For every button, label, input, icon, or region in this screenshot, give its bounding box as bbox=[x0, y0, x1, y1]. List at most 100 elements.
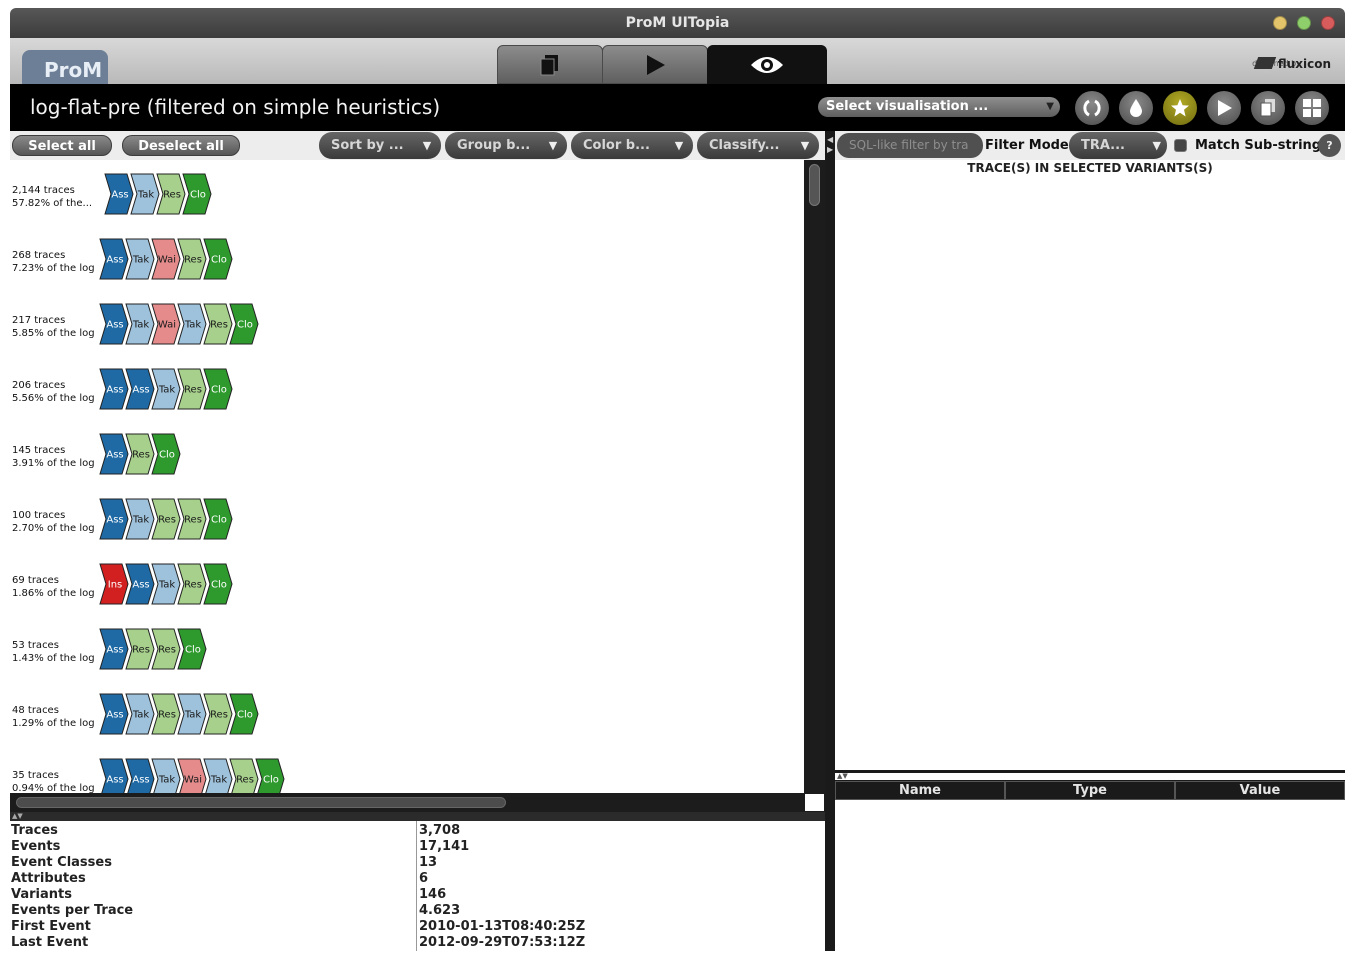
vertical-splitter[interactable]: ◀ ▶ bbox=[825, 131, 835, 951]
chevron-down-icon: ▼ bbox=[1046, 101, 1054, 112]
visualisation-select[interactable]: Select visualisation ... ▼ bbox=[818, 97, 1060, 117]
event-chevron-label: Tak bbox=[184, 710, 202, 721]
deselect-all-button[interactable]: Deselect all bbox=[122, 135, 240, 156]
arrow-right-icon[interactable]: ▶ bbox=[827, 145, 833, 154]
event-chevron: Res bbox=[125, 628, 155, 670]
event-chevron: Tak bbox=[125, 238, 155, 280]
chevron-down-icon: ▼ bbox=[1152, 139, 1161, 152]
traces-list[interactable] bbox=[835, 180, 1345, 770]
sort-by-combo[interactable]: Sort by ... ▼ bbox=[319, 132, 441, 159]
classify-combo[interactable]: Classify... ▼ bbox=[697, 132, 819, 159]
select-all-button[interactable]: Select all bbox=[12, 135, 112, 156]
event-chevron: Clo bbox=[229, 693, 259, 735]
variant-row[interactable]: 2,144 traces 57.82% of the... Ass Tak Res Clo bbox=[10, 172, 804, 216]
variant-row[interactable]: 69 traces 1.86% of the log Ins Ass Tak Res Clo bbox=[10, 562, 804, 606]
event-chevron-label: Wai bbox=[158, 255, 176, 266]
column-header-value[interactable]: Value bbox=[1175, 781, 1345, 800]
event-chevron-label: Clo bbox=[211, 580, 227, 591]
event-chevron-label: Tak bbox=[137, 190, 155, 201]
event-chevron-label: Clo bbox=[185, 645, 201, 656]
maximize-button[interactable] bbox=[1297, 16, 1311, 30]
close-button[interactable] bbox=[1321, 16, 1335, 30]
variant-row[interactable]: 100 traces 2.70% of the log Ass Tak Res Res Cl… bbox=[10, 497, 804, 541]
variant-row[interactable]: 53 traces 1.43% of the log Ass Res Res Clo bbox=[10, 627, 804, 671]
attributes-splitter[interactable]: ▲▼ bbox=[835, 770, 1345, 780]
attributes-table-body bbox=[835, 800, 1345, 951]
variant-event-sequence: Ins Ass Tak Res Clo bbox=[99, 563, 233, 605]
column-header-type[interactable]: Type bbox=[1005, 781, 1175, 800]
event-chevron-label: Tak bbox=[210, 775, 228, 786]
event-chevron: Ass bbox=[104, 173, 134, 215]
play-button[interactable] bbox=[1207, 91, 1241, 125]
variant-list-horizontal-scrollbar[interactable] bbox=[10, 793, 804, 812]
fluxicon-logo: fluxicon bbox=[1253, 57, 1331, 71]
scrollbar-thumb[interactable] bbox=[16, 797, 506, 808]
event-chevron: Res bbox=[203, 303, 233, 345]
refresh-button[interactable] bbox=[1075, 91, 1109, 125]
copy-button[interactable] bbox=[1251, 91, 1285, 125]
group-by-combo[interactable]: Group b... ▼ bbox=[445, 132, 567, 159]
variant-row[interactable]: 268 traces 7.23% of the log Ass Tak Wai Res Cl… bbox=[10, 237, 804, 281]
color-by-combo[interactable]: Color b... ▼ bbox=[571, 132, 693, 159]
variant-log-share: 2.70% of the log bbox=[12, 523, 95, 534]
variant-trace-count: 53 traces bbox=[12, 640, 59, 651]
variant-list[interactable]: 2,144 traces 57.82% of the... Ass Tak Res Clo… bbox=[10, 160, 804, 793]
variant-info: 35 traces 0.94% of the log bbox=[12, 769, 98, 793]
event-chevron: Ass bbox=[99, 238, 129, 280]
event-chevron: Res bbox=[177, 498, 207, 540]
event-chevron-label: Res bbox=[184, 580, 202, 591]
variant-log-share: 5.85% of the log bbox=[12, 328, 95, 339]
window-titlebar: ProM UITopia bbox=[10, 8, 1345, 38]
stats-splitter[interactable]: ▲▼ bbox=[10, 812, 825, 821]
event-chevron: Res bbox=[151, 498, 181, 540]
event-chevron-label: Clo bbox=[263, 775, 279, 786]
collapse-arrows-icon[interactable]: ▲▼ bbox=[837, 772, 848, 780]
tab-actions[interactable] bbox=[602, 45, 708, 84]
scrollbar-thumb[interactable] bbox=[809, 164, 820, 206]
stats-column-divider bbox=[416, 821, 417, 951]
sort-by-label: Sort by ... bbox=[331, 138, 404, 153]
variant-trace-count: 268 traces bbox=[12, 250, 66, 261]
tab-views[interactable] bbox=[707, 45, 827, 84]
event-chevron: Tak bbox=[151, 368, 181, 410]
event-chevron-label: Clo bbox=[159, 450, 175, 461]
event-chevron: Ass bbox=[125, 758, 155, 793]
variant-row[interactable]: 48 traces 1.29% of the log Ass Tak Res Tak Res… bbox=[10, 692, 804, 736]
variant-row[interactable]: 206 traces 5.56% of the log Ass Ass Tak Res Cl… bbox=[10, 367, 804, 411]
scrollbar-corner bbox=[804, 793, 825, 812]
variant-trace-count: 100 traces bbox=[12, 510, 66, 521]
traces-panel-title: TRACE(S) IN SELECTED VARIANTS(S) bbox=[967, 161, 1213, 175]
grid-button[interactable] bbox=[1295, 91, 1329, 125]
variant-info: 2,144 traces 57.82% of the... bbox=[12, 184, 98, 210]
variant-row[interactable]: 35 traces 0.94% of the log Ass Ass Tak Wai Tak… bbox=[10, 757, 804, 793]
fluxicon-mark-icon bbox=[1253, 57, 1276, 69]
variant-log-share: 3.91% of the log bbox=[12, 458, 95, 469]
collapse-arrows-icon[interactable]: ▲▼ bbox=[12, 812, 23, 820]
tab-workspace[interactable] bbox=[497, 45, 603, 84]
action-play-icon bbox=[647, 54, 665, 75]
variant-row[interactable]: 217 traces 5.85% of the log Ass Tak Wai Tak Re… bbox=[10, 302, 804, 346]
drop-button[interactable] bbox=[1119, 91, 1153, 125]
event-chevron-label: Res bbox=[158, 710, 176, 721]
filter-mode-combo[interactable]: TRA... ▼ bbox=[1069, 132, 1167, 159]
variant-event-sequence: Ass Tak Wai Res Clo bbox=[99, 238, 233, 280]
favorite-button[interactable] bbox=[1163, 91, 1197, 125]
event-chevron-label: Res bbox=[210, 320, 228, 331]
variant-row[interactable]: 145 traces 3.91% of the log Ass Res Clo bbox=[10, 432, 804, 476]
event-chevron: Clo bbox=[177, 628, 207, 670]
column-header-name[interactable]: Name bbox=[835, 781, 1005, 800]
event-chevron-label: Ass bbox=[106, 385, 123, 396]
minimize-button[interactable] bbox=[1273, 16, 1287, 30]
match-substring-checkbox[interactable] bbox=[1174, 139, 1187, 152]
sql-filter-input[interactable]: SQL-like filter by tra bbox=[837, 133, 983, 158]
help-button[interactable]: ? bbox=[1318, 134, 1341, 157]
event-chevron-label: Ass bbox=[106, 450, 123, 461]
event-chevron-label: Ass bbox=[132, 775, 149, 786]
event-chevron-label: Clo bbox=[237, 320, 253, 331]
variant-event-sequence: Ass Ass Tak Res Clo bbox=[99, 368, 233, 410]
variant-event-sequence: Ass Tak Res Clo bbox=[104, 173, 212, 215]
event-chevron: Ass bbox=[99, 498, 129, 540]
variant-list-vertical-scrollbar[interactable] bbox=[804, 160, 825, 793]
arrow-left-icon[interactable]: ◀ bbox=[827, 135, 833, 144]
event-chevron-label: Tak bbox=[132, 255, 150, 266]
